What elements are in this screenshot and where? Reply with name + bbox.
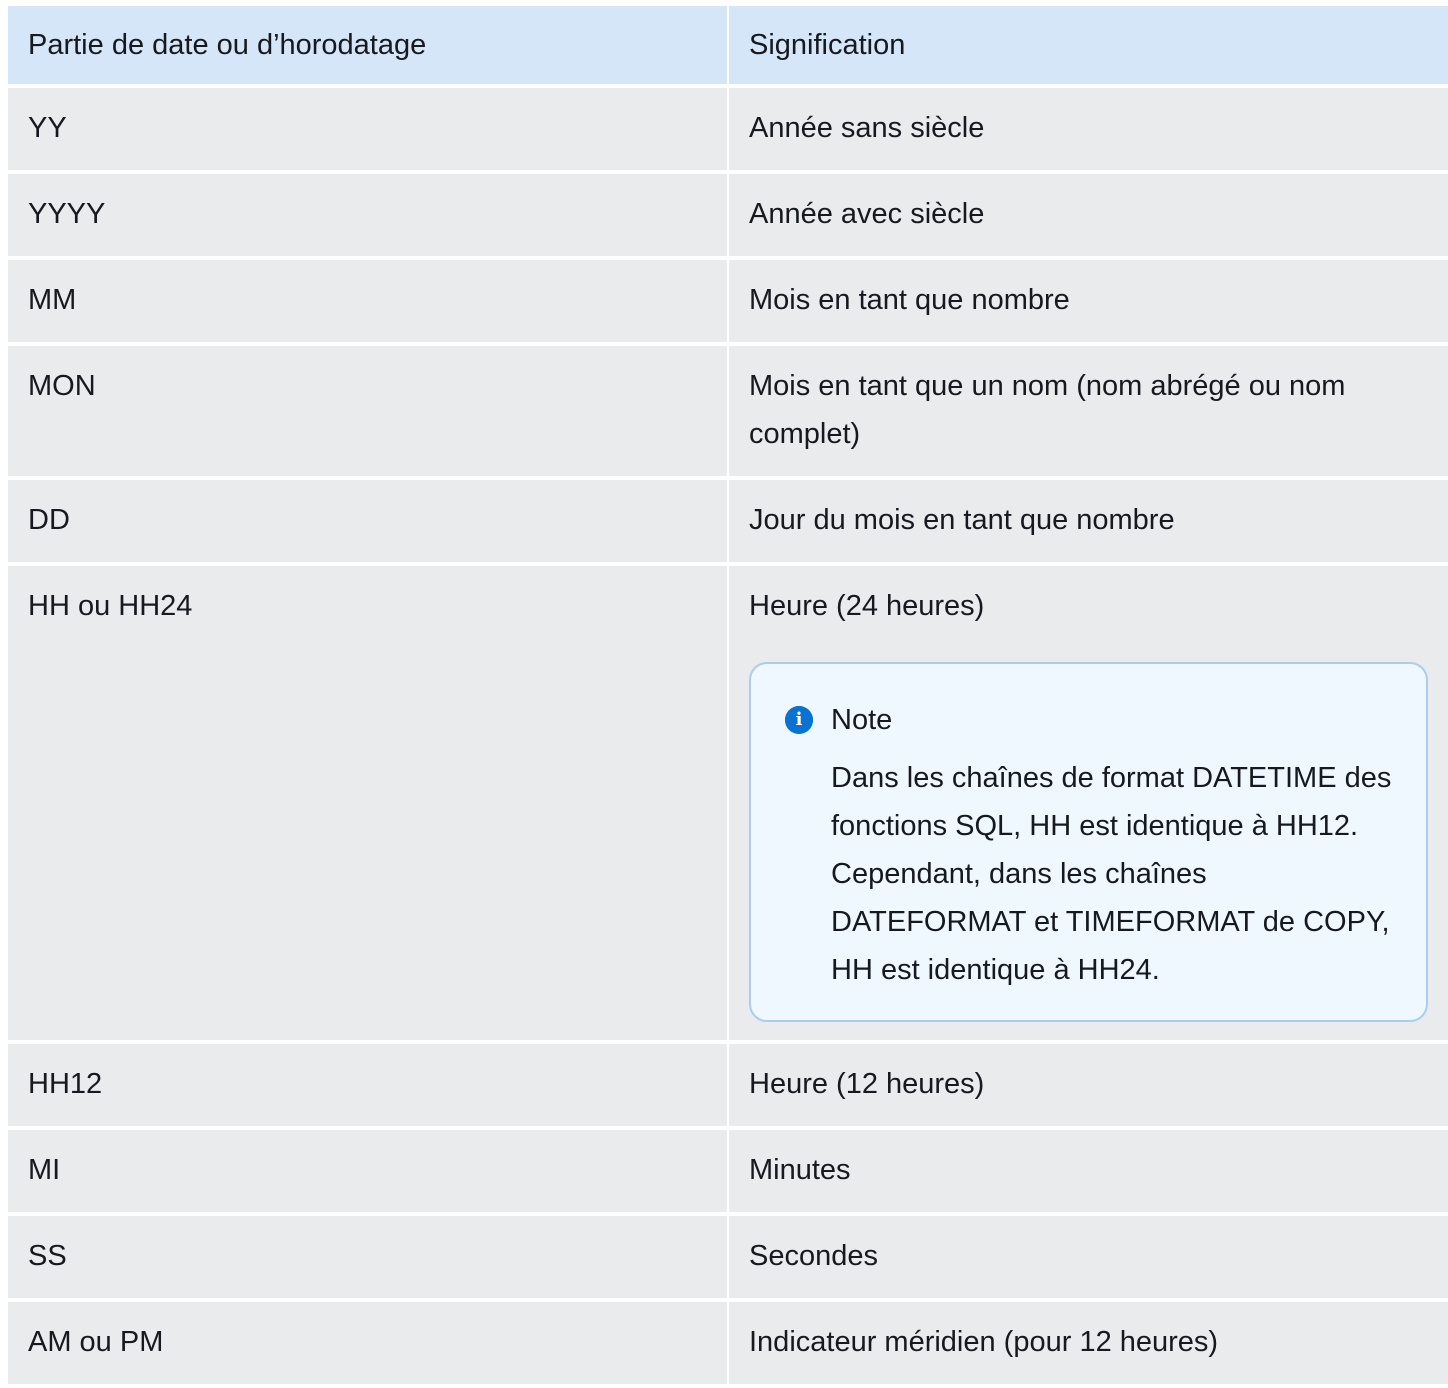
date-part-cell: HH ou HH24 [8, 566, 727, 1040]
header-cell-meaning: Signification [727, 6, 1448, 84]
date-part-cell: MI [8, 1130, 727, 1212]
meaning-cell: Indicateur méridien (pour 12 heures) [727, 1302, 1448, 1384]
table-row: DD Jour du mois en tant que nombre [8, 480, 1448, 566]
meaning-cell: Mois en tant que un nom (nom abrégé ou n… [727, 346, 1448, 476]
table-row: YY Année sans siècle [8, 88, 1448, 174]
meaning-text: Heure (24 heures) [749, 590, 985, 622]
meaning-cell: Heure (24 heures) i Note Dans les chaîne… [727, 566, 1448, 1040]
date-part-cell: AM ou PM [8, 1302, 727, 1384]
meaning-cell: Jour du mois en tant que nombre [727, 480, 1448, 562]
meaning-cell: Minutes [727, 1130, 1448, 1212]
date-part-cell: SS [8, 1216, 727, 1298]
meaning-cell: Mois en tant que nombre [727, 260, 1448, 342]
note-content: Note Dans les chaînes de format DATETIME… [831, 696, 1396, 994]
date-part-cell: DD [8, 480, 727, 562]
date-part-cell: YYYY [8, 174, 727, 256]
meaning-cell: Année sans siècle [727, 88, 1448, 170]
date-part-cell: MM [8, 260, 727, 342]
table-row: HH12 Heure (12 heures) [8, 1044, 1448, 1130]
table-header-row: Partie de date ou d’horodatage Significa… [8, 6, 1448, 88]
info-icon: i [785, 706, 813, 734]
table-row: YYYY Année avec siècle [8, 174, 1448, 260]
table-row: AM ou PM Indicateur méridien (pour 12 he… [8, 1302, 1448, 1388]
note-title: Note [831, 704, 893, 736]
meaning-cell: Année avec siècle [727, 174, 1448, 256]
table-row: HH ou HH24 Heure (24 heures) i Note Dans… [8, 566, 1448, 1044]
note-callout: i Note Dans les chaînes de format DATETI… [749, 662, 1428, 1022]
table-row: SS Secondes [8, 1216, 1448, 1302]
table-row: MI Minutes [8, 1130, 1448, 1216]
date-part-cell: HH12 [8, 1044, 727, 1126]
table-row: MM Mois en tant que nombre [8, 260, 1448, 346]
meaning-cell: Secondes [727, 1216, 1448, 1298]
meaning-cell: Heure (12 heures) [727, 1044, 1448, 1126]
date-part-cell: YY [8, 88, 727, 170]
date-part-cell: MON [8, 346, 727, 476]
table-row: MON Mois en tant que un nom (nom abrégé … [8, 346, 1448, 480]
date-parts-table: Partie de date ou d’horodatage Significa… [8, 6, 1448, 1388]
note-text: Dans les chaînes de format DATETIME des … [831, 762, 1392, 986]
header-cell-date-part: Partie de date ou d’horodatage [8, 6, 727, 84]
